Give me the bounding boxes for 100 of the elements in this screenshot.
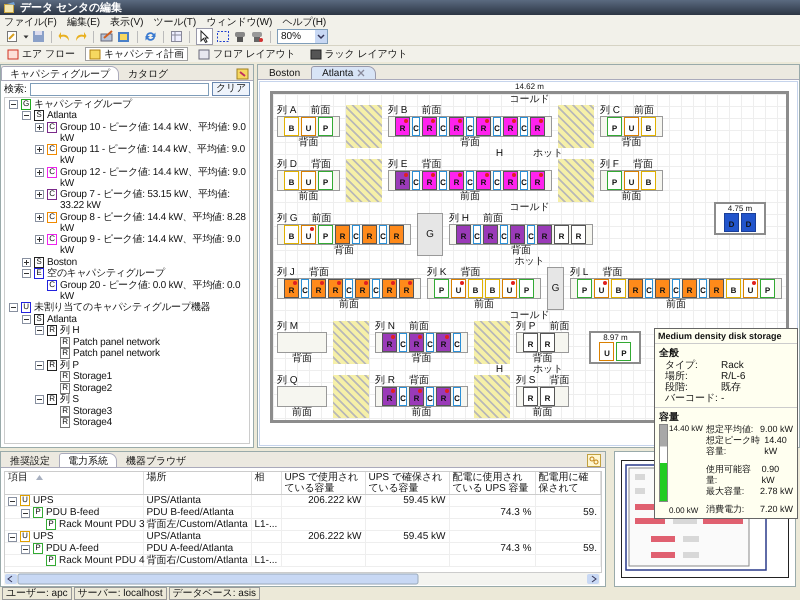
expander-icon[interactable] bbox=[9, 303, 18, 312]
pointer-icon[interactable] bbox=[196, 28, 213, 45]
column-header[interactable]: 配電用に確保されて bbox=[535, 472, 600, 494]
panel-tab[interactable]: キャパシティグループ bbox=[1, 66, 119, 80]
link-icon[interactable] bbox=[587, 454, 601, 467]
rack[interactable]: C bbox=[399, 333, 407, 352]
rack[interactable]: R bbox=[476, 117, 491, 136]
rack[interactable]: B bbox=[284, 171, 299, 190]
rack[interactable]: C bbox=[466, 171, 474, 190]
tree-item[interactable]: Group 9 - ピーク値: 14.4 kW、平均値: 9.0 kW bbox=[60, 234, 249, 256]
rack[interactable]: R bbox=[395, 117, 410, 136]
tree-item[interactable]: 未割り当てのキャパシティグループ機器 bbox=[34, 302, 249, 313]
rack[interactable]: C bbox=[645, 279, 653, 298]
rack[interactable]: R bbox=[389, 225, 404, 244]
rack[interactable]: U bbox=[594, 279, 609, 298]
tree-item[interactable]: Group 10 - ピーク値: 14.4 kW、平均値: 9.0 kW bbox=[60, 122, 249, 144]
tree-item[interactable]: Atlanta bbox=[47, 314, 249, 324]
menu-item[interactable]: ファイル(F) bbox=[4, 14, 57, 28]
rack[interactable]: C bbox=[399, 387, 407, 406]
editor-tab[interactable]: Atlanta bbox=[311, 66, 376, 79]
rack[interactable]: P bbox=[519, 279, 534, 298]
rack[interactable]: C bbox=[426, 333, 434, 352]
expander-icon[interactable] bbox=[35, 360, 44, 370]
edit-icon[interactable] bbox=[100, 30, 114, 43]
rack[interactable]: C bbox=[412, 117, 420, 136]
expander-icon[interactable] bbox=[35, 168, 44, 176]
rack[interactable]: P bbox=[318, 117, 333, 136]
rack[interactable]: R bbox=[682, 279, 697, 298]
panel-menu-icon[interactable] bbox=[236, 68, 249, 80]
menu-item[interactable]: ツール(T) bbox=[153, 14, 196, 28]
rack[interactable]: B bbox=[641, 171, 656, 190]
rack[interactable]: C bbox=[412, 171, 420, 190]
search-field[interactable] bbox=[30, 82, 209, 96]
expander-icon[interactable] bbox=[8, 532, 17, 542]
rack[interactable]: R bbox=[382, 279, 397, 298]
rack[interactable]: C bbox=[699, 279, 707, 298]
expander-icon[interactable] bbox=[35, 235, 44, 244]
rack[interactable]: R bbox=[476, 171, 491, 190]
expander-icon[interactable] bbox=[35, 122, 44, 132]
column-header[interactable]: 配電に使用されている UPS 容量 bbox=[449, 472, 535, 494]
perspective-button[interactable]: エア フロー bbox=[3, 47, 79, 61]
column-header[interactable]: 場所 bbox=[143, 472, 251, 494]
tree-item[interactable]: Storage3 bbox=[73, 406, 249, 416]
rack[interactable]: U bbox=[502, 279, 517, 298]
panel-tab[interactable]: 電力系統 bbox=[59, 453, 117, 467]
expander-icon[interactable] bbox=[8, 496, 17, 506]
rack[interactable]: R bbox=[530, 171, 545, 190]
perspective-button[interactable]: キャパシティ計画 bbox=[84, 47, 188, 61]
rack[interactable]: C bbox=[473, 225, 481, 244]
rack[interactable]: R bbox=[284, 279, 299, 298]
rack[interactable]: R bbox=[530, 117, 545, 136]
rack[interactable]: P bbox=[434, 279, 449, 298]
expander-icon[interactable] bbox=[35, 145, 44, 154]
dropdown-icon[interactable] bbox=[315, 30, 328, 43]
rack[interactable]: C bbox=[453, 333, 461, 352]
expander-icon[interactable] bbox=[35, 326, 44, 335]
tree-item[interactable]: Boston bbox=[47, 256, 249, 268]
column-header[interactable]: UPS で確保されている容量 bbox=[365, 472, 449, 494]
rack[interactable]: R bbox=[571, 225, 586, 244]
rack[interactable]: B bbox=[284, 225, 299, 244]
perspective-button[interactable]: フロア レイアウト bbox=[194, 47, 300, 61]
rack[interactable]: R bbox=[449, 171, 464, 190]
tree-item[interactable]: Storage1 bbox=[73, 371, 249, 382]
rack[interactable]: B bbox=[485, 279, 500, 298]
rack[interactable]: R bbox=[540, 333, 555, 352]
rack[interactable]: B bbox=[468, 279, 483, 298]
editor-tab[interactable]: Boston bbox=[258, 66, 312, 79]
rack[interactable]: C bbox=[439, 117, 447, 136]
expander-icon[interactable] bbox=[21, 508, 30, 518]
tree-item[interactable]: Storage2 bbox=[73, 382, 249, 394]
grid-icon[interactable] bbox=[170, 30, 183, 43]
tree-item[interactable]: Storage4 bbox=[73, 417, 249, 428]
rack[interactable]: C bbox=[520, 171, 528, 190]
rack[interactable]: U bbox=[599, 342, 614, 361]
panel-tab[interactable]: 推奨設定 bbox=[1, 453, 59, 467]
rack[interactable]: B bbox=[611, 279, 626, 298]
tree-item[interactable]: Group 8 - ピーク値: 14.4 kW、平均値: 8.28 kW bbox=[60, 212, 249, 234]
panel-tab[interactable]: 機器ブラウザ bbox=[117, 453, 195, 467]
rack[interactable]: C bbox=[301, 279, 309, 298]
close-icon[interactable] bbox=[357, 69, 366, 77]
rack[interactable]: R bbox=[335, 225, 350, 244]
rack[interactable]: U bbox=[301, 225, 316, 244]
rack-tool-icon[interactable] bbox=[250, 30, 264, 43]
rack[interactable]: R bbox=[355, 279, 370, 298]
new-file-icon[interactable] bbox=[6, 30, 20, 43]
rack[interactable]: R bbox=[523, 387, 538, 406]
rack[interactable]: C bbox=[372, 279, 380, 298]
properties-icon[interactable] bbox=[117, 30, 131, 43]
menu-item[interactable]: ヘルプ(H) bbox=[282, 14, 326, 28]
rack[interactable]: R bbox=[523, 333, 538, 352]
tree-item[interactable]: Group 7 - ピーク値: 53.15 kW、平均値: 33.22 kW bbox=[60, 189, 249, 211]
tree-item[interactable]: Group 11 - ピーク値: 14.4 kW、平均値: 9.0 kW bbox=[60, 144, 249, 166]
tree-item[interactable]: 列 P bbox=[60, 360, 249, 370]
rack[interactable]: P bbox=[616, 342, 632, 361]
clear-button[interactable]: クリア bbox=[212, 82, 250, 96]
refresh-icon[interactable] bbox=[144, 30, 157, 43]
menu-item[interactable]: ウィンドウ(W) bbox=[206, 14, 272, 28]
rack[interactable]: C bbox=[453, 387, 461, 406]
selection-icon[interactable] bbox=[216, 30, 230, 43]
rack[interactable]: P bbox=[760, 279, 775, 298]
